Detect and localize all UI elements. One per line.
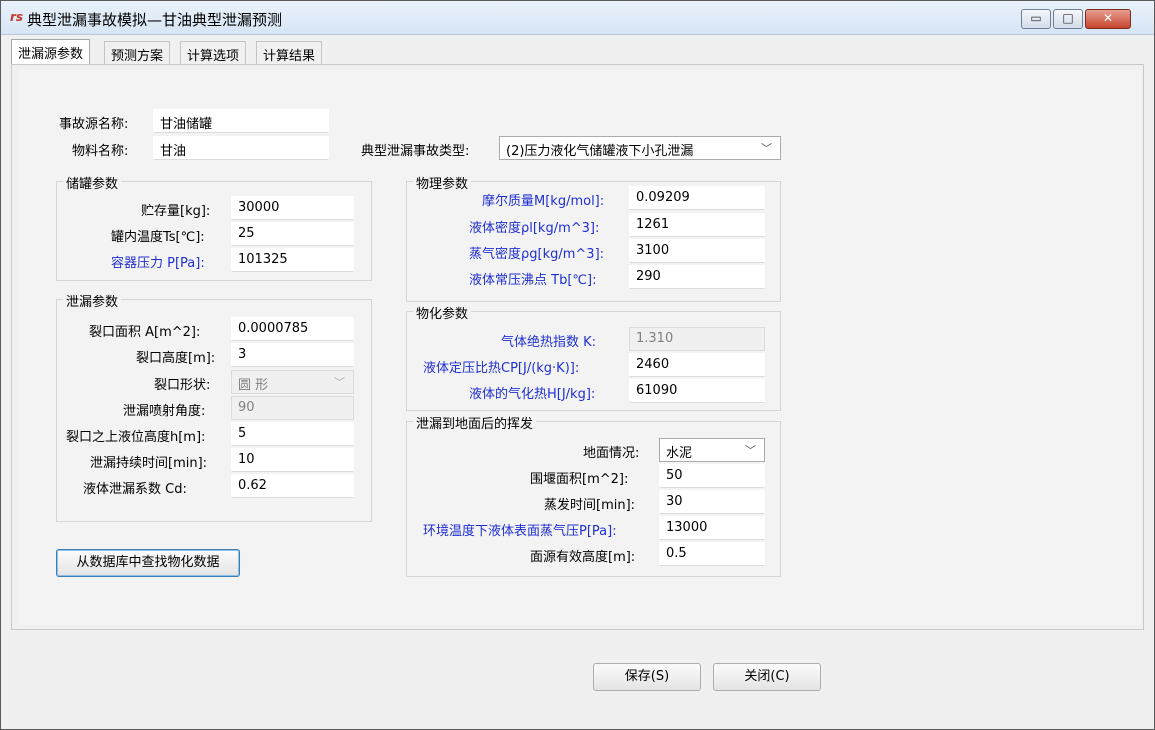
bund-area-input[interactable]: 50	[659, 464, 765, 488]
close-button[interactable]: 关闭(C)	[713, 663, 821, 691]
leak-params-title: 泄漏参数	[63, 291, 122, 310]
evap-time-label: 蒸发时间[min]:	[544, 498, 636, 513]
surface-vapor-pressure-input[interactable]: 13000	[659, 516, 765, 540]
chevron-down-icon: ﹀	[334, 376, 345, 389]
vapor-density-input[interactable]: 3100	[629, 239, 765, 263]
ground-condition-select[interactable]: 水泥 ﹀	[659, 438, 765, 462]
liquid-level-input[interactable]: 5	[231, 422, 354, 446]
boiling-point-label: 液体常压沸点 Tb[℃]:	[469, 273, 597, 288]
source-height-label: 面源有效高度[m]:	[530, 550, 636, 565]
surface-vapor-pressure-label: 环境温度下液体表面蒸气压P[Pa]:	[423, 524, 617, 539]
save-button[interactable]: 保存(S)	[593, 663, 701, 691]
tank-temp-input[interactable]: 25	[231, 222, 354, 246]
molar-mass-input[interactable]: 0.09209	[629, 186, 765, 210]
liquid-density-input[interactable]: 1261	[629, 213, 765, 237]
ground-condition-label: 地面情况:	[583, 446, 640, 461]
window-title: 典型泄漏事故模拟—甘油典型泄漏预测	[27, 11, 283, 29]
evap-time-input[interactable]: 30	[659, 490, 765, 514]
specific-heat-label: 液体定压比热CP[J/(kg·K)]:	[423, 361, 580, 376]
specific-heat-input[interactable]: 2460	[629, 353, 765, 377]
discharge-coef-input[interactable]: 0.62	[231, 474, 354, 498]
source-height-input[interactable]: 0.5	[659, 542, 765, 566]
adiabatic-index-label: 气体绝热指数 K:	[501, 335, 597, 350]
leak-height-input[interactable]: 3	[231, 343, 354, 367]
bund-area-label: 围堰面积[m^2]:	[530, 472, 629, 487]
tank-params-title: 储罐参数	[63, 173, 122, 192]
leak-shape-label: 裂口形状:	[154, 378, 211, 393]
liquid-level-label: 裂口之上液位高度h[m]:	[66, 430, 206, 445]
lookup-db-button[interactable]: 从数据库中查找物化数据	[56, 549, 240, 577]
material-name-input[interactable]: 甘油	[153, 136, 329, 160]
vapor-density-label: 蒸气密度ρg[kg/m^3]:	[469, 247, 605, 262]
source-name-input[interactable]: 甘油储罐	[153, 109, 329, 133]
spray-angle-input: 90	[231, 396, 354, 420]
title-bar: rs 典型泄漏事故模拟—甘油典型泄漏预测 ▭ □ ✕	[1, 1, 1154, 35]
material-name-label: 物料名称:	[72, 144, 129, 159]
physical-params-title: 物理参数	[413, 173, 472, 192]
tab-calc-results[interactable]: 计算结果	[256, 41, 323, 65]
leak-duration-label: 泄漏持续时间[min]:	[90, 456, 208, 471]
leak-area-label: 裂口面积 A[m^2]:	[89, 325, 201, 340]
leak-duration-input[interactable]: 10	[231, 448, 354, 472]
leak-area-input[interactable]: 0.0000785	[231, 317, 354, 341]
accident-type-value: (2)压力液化气储罐液下小孔泄漏	[506, 144, 694, 159]
storage-label: 贮存量[kg]:	[141, 204, 211, 219]
vaporization-heat-input[interactable]: 61090	[629, 379, 765, 403]
app-logo-icon: rs	[10, 10, 24, 24]
app-window: rs 典型泄漏事故模拟—甘油典型泄漏预测 ▭ □ ✕ 泄漏源参数 预测方案 计算…	[0, 0, 1155, 730]
evaporation-title: 泄漏到地面后的挥发	[413, 413, 537, 432]
minimize-button[interactable]: ▭	[1021, 9, 1051, 29]
tab-panel: 事故源名称: 甘油储罐 物料名称: 甘油 典型泄漏事故类型: (2)压力液化气储…	[11, 64, 1144, 630]
maximize-button[interactable]: □	[1053, 9, 1083, 29]
source-name-label: 事故源名称:	[59, 117, 129, 132]
leak-shape-value: 圆 形	[238, 378, 269, 393]
chemical-params-title: 物化参数	[413, 303, 472, 322]
tab-forecast-plan[interactable]: 预测方案	[104, 41, 171, 65]
close-window-button[interactable]: ✕	[1085, 9, 1131, 29]
chevron-down-icon: ﹀	[761, 142, 772, 155]
spray-angle-label: 泄漏喷射角度:	[123, 404, 206, 419]
tab-calc-options[interactable]: 计算选项	[180, 41, 247, 65]
vaporization-heat-label: 液体的气化热H[J/kg]:	[469, 387, 596, 402]
tank-temp-label: 罐内温度Ts[℃]:	[111, 230, 205, 245]
tab-leak-source[interactable]: 泄漏源参数	[11, 39, 91, 65]
storage-input[interactable]: 30000	[231, 196, 354, 220]
accident-type-label: 典型泄漏事故类型:	[361, 144, 470, 159]
adiabatic-index-input: 1.310	[629, 327, 765, 351]
ground-condition-value: 水泥	[666, 446, 693, 461]
accident-type-select[interactable]: (2)压力液化气储罐液下小孔泄漏 ﹀	[499, 136, 781, 160]
panel-content: 事故源名称: 甘油储罐 物料名称: 甘油 典型泄漏事故类型: (2)压力液化气储…	[19, 70, 1142, 625]
boiling-point-input[interactable]: 290	[629, 265, 765, 289]
container-pressure-input[interactable]: 101325	[231, 248, 354, 272]
chevron-down-icon: ﹀	[745, 444, 756, 457]
container-pressure-label: 容器压力 P[Pa]:	[111, 256, 205, 271]
leak-shape-select: 圆 形 ﹀	[231, 370, 354, 394]
molar-mass-label: 摩尔质量M[kg/mol]:	[482, 194, 605, 209]
liquid-density-label: 液体密度ρl[kg/m^3]:	[469, 221, 600, 236]
discharge-coef-label: 液体泄漏系数 Cd:	[83, 482, 187, 497]
leak-height-label: 裂口高度[m]:	[136, 351, 216, 366]
